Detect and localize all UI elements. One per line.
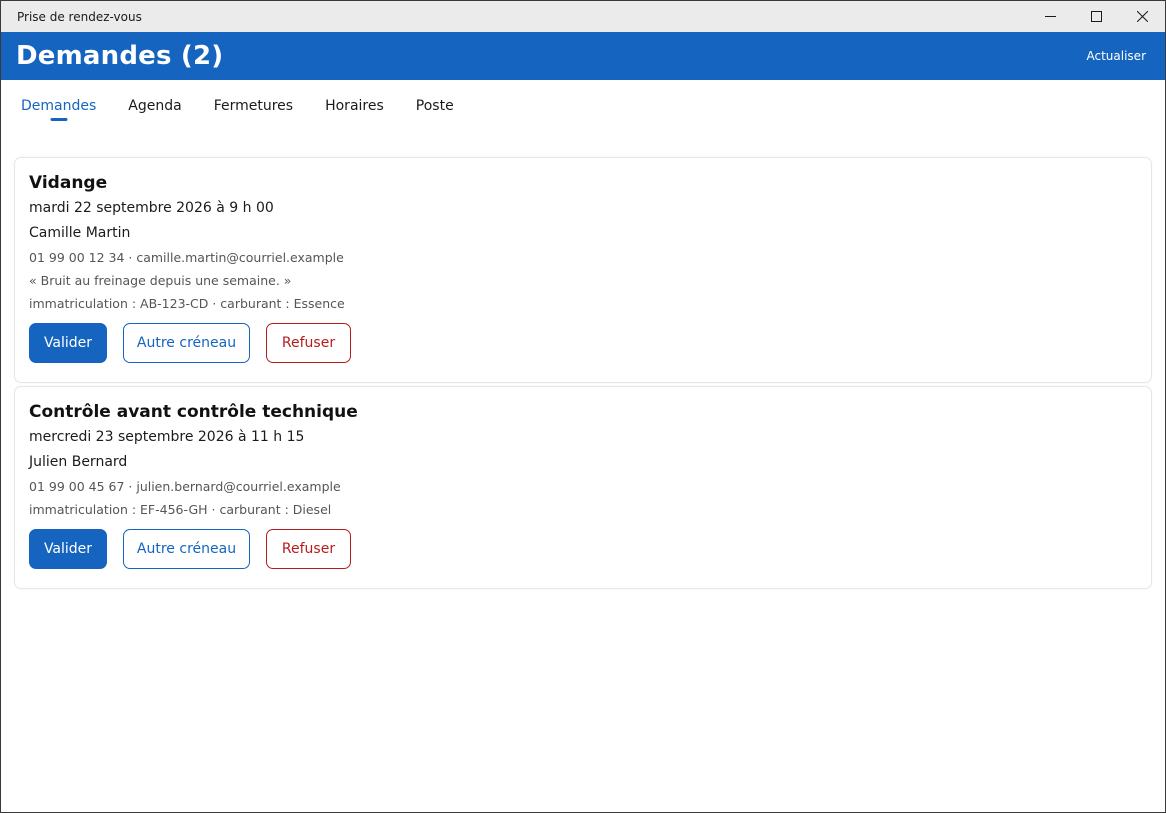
close-button[interactable] [1119,1,1165,32]
request-client: Camille Martin [29,225,131,241]
request-service: Contrôle avant contrôle technique [29,402,358,422]
tab-label: Horaires [325,98,384,114]
request-datetime: mercredi 23 septembre 2026 à 11 h 15 [29,429,305,445]
request-note: « Bruit au freinage depuis une semaine. … [29,273,292,288]
tab-demandes[interactable]: Demandes [21,80,97,121]
app-window: Prise de rendez-vous Demandes (2) Actual… [0,0,1166,813]
minimize-icon [1044,16,1056,17]
refresh-button[interactable]: Actualiser [1087,49,1147,63]
validate-button[interactable]: Valider [29,529,107,569]
tab-bar: Demandes Agenda Fermetures Horaires Post… [1,80,1165,126]
request-client: Julien Bernard [29,454,128,470]
tab-horaires[interactable]: Horaires [325,80,384,114]
tab-fermetures[interactable]: Fermetures [214,80,293,114]
validate-button[interactable]: Valider [29,323,107,363]
refuse-button[interactable]: Refuser [266,323,351,363]
request-service: Vidange [29,173,108,193]
active-tab-indicator [50,118,68,121]
requests-list: Vidange mardi 22 septembre 2026 à 9 h 00… [1,126,1165,589]
request-actions: Valider Autre créneau Refuser [29,529,1137,569]
request-card: Contrôle avant contrôle technique mercre… [14,386,1152,589]
window-title: Prise de rendez-vous [17,9,142,24]
tab-label: Agenda [128,98,182,114]
tab-poste[interactable]: Poste [416,80,454,114]
request-datetime: mardi 22 septembre 2026 à 9 h 00 [29,200,274,216]
reschedule-button[interactable]: Autre créneau [123,529,250,569]
close-icon [1136,11,1148,22]
request-contact: 01 99 00 45 67 · julien.bernard@courriel… [29,479,341,494]
request-actions: Valider Autre créneau Refuser [29,323,1137,363]
tab-label: Demandes [21,98,97,114]
minimize-button[interactable] [1027,1,1073,32]
page-title: Demandes (2) [16,41,224,71]
request-vehicle: immatriculation : AB-123-CD · carburant … [29,296,345,311]
tab-label: Fermetures [213,98,294,114]
request-card: Vidange mardi 22 septembre 2026 à 9 h 00… [14,157,1152,383]
maximize-icon [1090,11,1102,22]
request-vehicle: immatriculation : EF-456-GH · carburant … [29,502,332,517]
window-controls [1027,1,1165,32]
tab-agenda[interactable]: Agenda [128,80,181,114]
page-header: Demandes (2) Actualiser [1,32,1165,80]
request-contact: 01 99 00 12 34 · camille.martin@courriel… [29,250,344,265]
maximize-button[interactable] [1073,1,1119,32]
tab-label: Poste [415,98,454,114]
reschedule-button[interactable]: Autre créneau [123,323,250,363]
title-bar[interactable]: Prise de rendez-vous [1,1,1165,32]
refuse-button[interactable]: Refuser [266,529,351,569]
